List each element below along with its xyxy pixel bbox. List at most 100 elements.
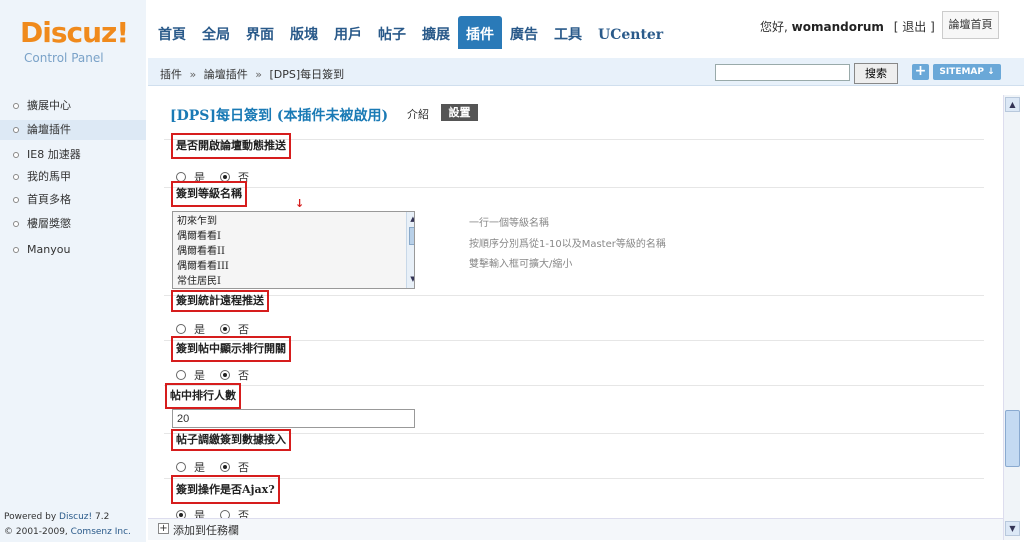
setting-title-level-names: 簽到等級名稱 [171,181,247,207]
comsenz-link[interactable]: Comsenz Inc. [71,527,131,537]
search-button[interactable]: 搜索 [854,63,898,84]
nav-tab-ucenter[interactable]: UCenter [590,16,671,49]
setting-title-data-access: 帖子調繳簽到數據接入 [171,429,291,451]
bullet-icon [13,221,19,227]
divider [164,478,984,479]
nav-tab-forums[interactable]: 版塊 [282,16,326,49]
nav-tab-users[interactable]: 用戶 [326,16,370,49]
breadcrumb-item-plugins[interactable]: 插件 [160,68,182,81]
scroll-thumb[interactable] [1005,410,1020,467]
logo-sub: Control Panel [24,51,104,65]
breadcrumb-separator: » [189,68,197,81]
breadcrumb: 插件 » 論壇插件 » [DPS]每日簽到 [160,66,344,82]
tab-intro[interactable]: 介紹 [407,106,429,122]
nav-tab-home[interactable]: 首頁 [150,16,194,49]
radio-no-label: 否 [238,323,249,336]
scroll-thumb[interactable] [409,227,414,245]
sidebar-item-extension-center[interactable]: 擴展中心 [0,96,146,116]
breadcrumb-item-forum-plugins[interactable]: 論壇插件 [204,68,248,81]
sidebar-item-manyou[interactable]: Manyou [0,240,146,260]
radio-group-rank-switch: 是 否 [176,367,249,383]
scroll-down-icon[interactable]: ▼ [408,274,414,284]
radio-no-label: 否 [238,461,249,474]
level-line: 常住居民I [177,276,221,287]
radio-group-remote-push: 是 否 [176,321,249,337]
breadcrumb-separator: » [255,68,262,81]
sidebar-item-label: 論壇插件 [27,123,71,136]
bullet-icon [13,247,19,253]
greeting: 您好, [760,20,788,34]
radio-yes-label: 是 [194,369,205,382]
sidebar-item-label: 擴展中心 [27,99,71,112]
version-text: 7.2 [92,512,110,522]
logo[interactable]: Discuz! Control Panel [0,0,146,86]
powered-by: Powered by Discuz! 7.2 © 2001-2009, Coms… [4,510,131,540]
forum-home-button[interactable]: 論壇首頁 [942,11,999,39]
bullet-icon [13,174,19,180]
radio-yes[interactable] [176,324,186,334]
nav-tab-posts[interactable]: 帖子 [370,16,414,49]
hint-text: 一行一個等級名稱 [469,218,549,229]
nav-tab-interface[interactable]: 界面 [238,16,282,49]
rank-count-input[interactable] [172,409,415,428]
setting-title-forum-feed: 是否開啟論壇動態推送 [171,133,291,159]
nav-tab-ads[interactable]: 廣告 [502,16,546,49]
red-arrow-icon: ↓ [295,197,305,210]
setting-title-ajax: 簽到操作是否Ajax? [171,475,280,504]
sidebar-item-ie8-accelerator[interactable]: IE8 加速器 [0,145,146,165]
radio-yes[interactable] [176,370,186,380]
username: womandorum [791,20,884,34]
sidebar-item-my-vest[interactable]: 我的馬甲 [0,167,146,187]
radio-no[interactable] [220,462,230,472]
tab-settings[interactable]: 設置 [441,104,478,121]
expand-icon[interactable]: + [158,523,169,534]
radio-no-label: 否 [238,369,249,382]
scroll-down-icon[interactable]: ▼ [1005,521,1020,536]
hint-text: 按順序分別爲從1-10以及Master等級的名稱 [469,239,666,250]
nav-tab-plugins[interactable]: 插件 [458,16,502,49]
radio-yes[interactable] [176,462,186,472]
radio-no[interactable] [220,370,230,380]
sidebar-item-label: Manyou [27,243,71,256]
level-names-textarea[interactable]: 初來乍到 偶爾看看I 偶爾看看II 偶爾看看III 常住居民I ▲ ▼ [172,211,415,289]
divider [164,187,984,188]
footer-bar: + 添加到任務欄 [148,518,1003,540]
bullet-icon [13,103,19,109]
logout-link[interactable]: [ 退出 ] [894,20,935,34]
scroll-up-icon[interactable]: ▲ [1005,97,1020,112]
sitemap-button[interactable]: SITEMAP ↓ [933,64,1001,80]
header: Discuz! Control Panel 首頁 全局 界面 版塊 用戶 帖子 … [0,0,1024,86]
level-line: 偶爾看看II [177,246,225,257]
page-scrollbar[interactable]: ▲ ▼ [1003,95,1020,540]
divider [164,295,984,296]
bullet-icon [13,152,19,158]
sidebar-item-floor-rewards[interactable]: 樓層獎懲 [0,214,146,234]
breadcrumb-item-current: [DPS]每日簽到 [269,68,345,81]
nav-tab-tools[interactable]: 工具 [546,16,590,49]
level-line: 偶爾看看I [177,231,221,242]
user-bar: 您好, womandorum [ 退出 ] [760,18,935,35]
textarea-scrollbar[interactable]: ▲ ▼ [406,212,414,288]
setting-title-remote-push: 簽到統計遠程推送 [171,290,269,312]
breadcrumb-bar: 插件 » 論壇插件 » [DPS]每日簽到 搜索 + SITEMAP ↓ [148,58,1024,86]
add-shortcut-button[interactable]: + [912,64,929,80]
setting-title-rank-count: 帖中排行人數 [165,383,241,409]
nav-tab-global[interactable]: 全局 [194,16,238,49]
search-input[interactable] [715,64,850,81]
level-line: 偶爾看看III [177,261,229,272]
top-nav: 首頁 全局 界面 版塊 用戶 帖子 擴展 插件 廣告 工具 UCenter [150,16,671,49]
radio-yes-label: 是 [194,461,205,474]
bullet-icon [13,197,19,203]
radio-no[interactable] [220,324,230,334]
discuz-link[interactable]: Discuz! [59,512,92,522]
sidebar-item-label: 我的馬甲 [27,170,71,183]
sidebar-item-label: 樓層獎懲 [27,217,71,230]
sidebar-item-home-grid[interactable]: 首頁多格 [0,190,146,210]
sidebar-item-forum-plugins[interactable]: 論壇插件 [0,120,146,140]
add-to-taskbar-link[interactable]: 添加到任務欄 [173,522,239,538]
sidebar-item-label: IE8 加速器 [27,148,81,161]
nav-tab-extensions[interactable]: 擴展 [414,16,458,49]
logo-main: Discuz! [20,16,129,49]
hint-text: 雙擊輸入框可擴大/縮小 [469,259,573,270]
scroll-up-icon[interactable]: ▲ [408,214,414,224]
